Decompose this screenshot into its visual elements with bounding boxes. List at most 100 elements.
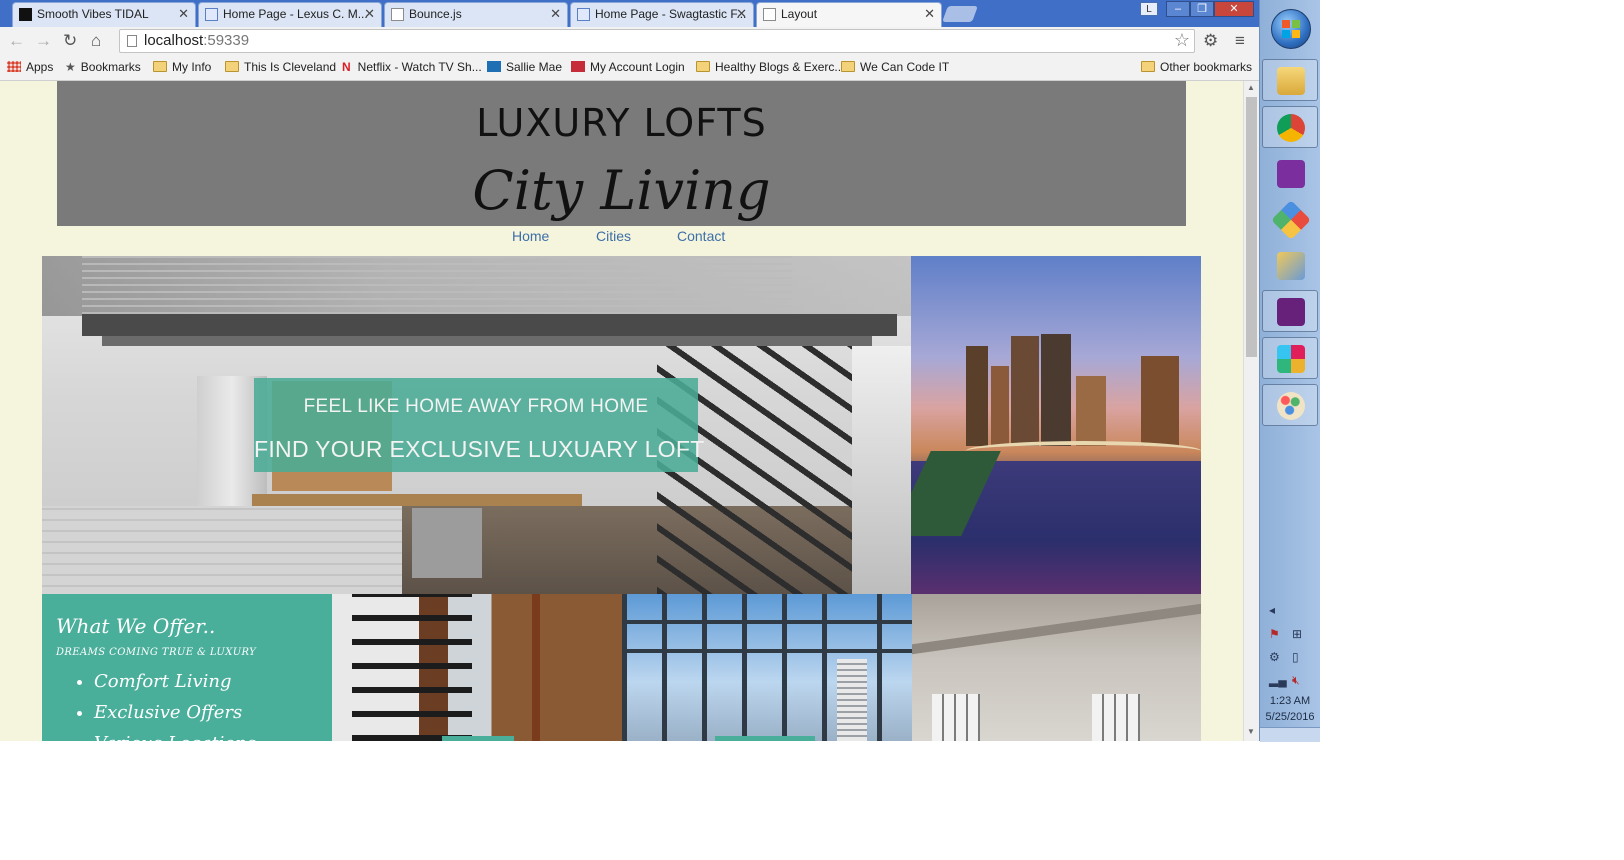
snipping-tool-icon [1277,252,1305,280]
show-hidden-icons-icon[interactable]: ◂ [1269,603,1275,617]
taskbar-clock-date[interactable]: 5/25/2016 [1260,711,1320,723]
page-icon [763,8,776,21]
page-scrollbar[interactable]: ▲ ▼ [1243,81,1259,741]
network-icon[interactable]: ▂▄ [1269,673,1287,687]
taskbar-onenote[interactable] [1262,152,1318,194]
hero-overlay: FEEL LIKE HOME AWAY FROM HOME FIND YOUR … [254,378,704,472]
offer-item: Exclusive Offers [94,697,256,728]
photo-caption-bar [715,736,815,741]
address-bar[interactable]: localhost:59339 ☆ [119,29,1195,53]
site-header: LUXURY LOFTS City Living [57,81,1186,226]
photo-detail [877,594,882,741]
windows-flag-tray-icon[interactable]: ⊞ [1292,627,1302,641]
bookmark-netflix[interactable]: N Netflix - Watch TV Sh... [342,60,482,74]
bookmark-label: Apps [26,60,54,74]
tab-title: Smooth Vibes TIDAL [37,7,149,21]
taskbar-slack[interactable] [1262,337,1318,379]
photo-detail [1141,356,1179,446]
photo-detail [662,594,667,741]
offer-item: Comfort Living [94,666,256,697]
nav-link-cities[interactable]: Cities [596,228,631,244]
nav-link-home[interactable]: Home [512,228,549,244]
site-subtitle: City Living [472,159,771,222]
action-center-icon[interactable]: ⚑ [1269,627,1280,641]
scroll-up-icon[interactable]: ▲ [1247,83,1255,92]
bookmark-label: Netflix - Watch TV Sh... [357,60,482,74]
bookmark-healthy-blogs[interactable]: Healthy Blogs & Exerc... [696,60,844,74]
photo-caption-bar [442,736,514,741]
bookmark-label: My Info [172,60,212,74]
close-tab-icon[interactable]: ✕ [736,3,747,25]
close-tab-icon[interactable]: ✕ [550,3,561,25]
volume-muted-icon[interactable]: 🔇︎ [1292,673,1300,688]
minimize-button[interactable]: – [1166,1,1190,17]
reload-icon[interactable]: ↻ [63,31,77,51]
bookmark-my-account-login[interactable]: My Account Login [571,60,685,74]
bookmark-label: My Account Login [590,60,685,74]
bookmark-sallie-mae[interactable]: Sallie Mae [487,60,562,74]
taskbar-paint[interactable] [1262,384,1318,426]
settings-tray-icon[interactable]: ⚙ [1269,650,1280,664]
browser-tab-bounce[interactable]: Bounce.js ✕ [384,2,568,27]
photo-detail [1092,694,1140,741]
photo-detail [622,594,627,741]
offer-heading: What We Offer.. [56,614,216,638]
taskbar-chrome[interactable] [1262,106,1318,148]
show-desktop-button[interactable] [1260,727,1320,742]
home-icon[interactable]: ⌂ [91,31,101,51]
back-icon[interactable]: ← [8,31,25,51]
star-icon: ★ [65,60,76,74]
page-viewport: LUXURY LOFTS City Living Home Cities Con… [0,81,1243,741]
taskbar-snipping-tool[interactable] [1262,244,1318,286]
photo-detail [852,346,911,594]
chrome-icon [1277,114,1305,142]
bookmark-other-bookmarks[interactable]: Other bookmarks [1141,60,1252,74]
folder-icon [841,61,855,72]
photo-detail [1076,376,1106,446]
photo-detail [822,594,827,741]
tab-title: Home Page - Lexus C. M... [223,7,368,21]
taskbar-visual-studio[interactable] [1262,290,1318,332]
close-tab-icon[interactable]: ✕ [924,3,935,25]
close-tab-icon[interactable]: ✕ [178,3,189,25]
taskbar-photo-app[interactable] [1262,198,1318,240]
user-profile-button[interactable]: L [1140,2,1158,16]
bookmark-bookmarks[interactable]: ★ Bookmarks [65,60,141,74]
close-tab-icon[interactable]: ✕ [364,3,375,25]
browser-tab-lexus[interactable]: Home Page - Lexus C. M... ✕ [198,2,382,27]
browser-tab-tidal[interactable]: Smooth Vibes TIDAL ✕ [12,2,196,27]
offer-item: Various Locations [94,728,256,741]
bookmark-label: Sallie Mae [506,60,563,74]
close-window-button[interactable]: ✕ [1214,1,1254,17]
hero-tagline: FEEL LIKE HOME AWAY FROM HOME [303,396,649,417]
bookmark-we-can-code-it[interactable]: We Can Code IT [841,60,949,74]
battery-icon[interactable]: ▯ [1292,650,1299,664]
salliemae-icon [487,61,501,72]
nav-link-contact[interactable]: Contact [677,228,725,244]
maximize-button[interactable]: ❐ [1190,1,1214,17]
taskbar-clock-time[interactable]: 1:23 AM [1260,695,1320,707]
settings-gear-icon[interactable]: ⚙ [1203,31,1218,51]
forward-icon[interactable]: → [35,31,52,51]
scrollbar-thumb[interactable] [1246,97,1257,357]
page-icon [391,8,404,21]
photo-detail [1041,334,1071,446]
photo-detail [412,508,482,578]
bookmark-this-is-cleveland[interactable]: This Is Cleveland [225,60,336,74]
menu-icon[interactable]: ≡ [1235,31,1245,51]
photo-detail [782,594,787,741]
browser-tab-swagtastic[interactable]: Home Page - Swagtastic F... ✕ [570,2,754,27]
scroll-down-icon[interactable]: ▼ [1247,727,1255,736]
site-title: LUXURY LOFTS [476,101,767,145]
bookmark-apps[interactable]: Apps [7,60,53,74]
start-button[interactable] [1271,9,1311,49]
new-tab-button[interactable] [942,6,978,22]
photo-detail [42,506,402,594]
browser-tab-layout[interactable]: Layout ✕ [756,2,942,27]
tab-title: Bounce.js [409,7,462,21]
address-host: localhost [144,32,204,49]
bookmark-my-info[interactable]: My Info [153,60,211,74]
address-port: :59339 [203,32,250,49]
bookmark-star-icon[interactable]: ☆ [1174,29,1190,51]
taskbar-file-explorer[interactable] [1262,59,1318,101]
